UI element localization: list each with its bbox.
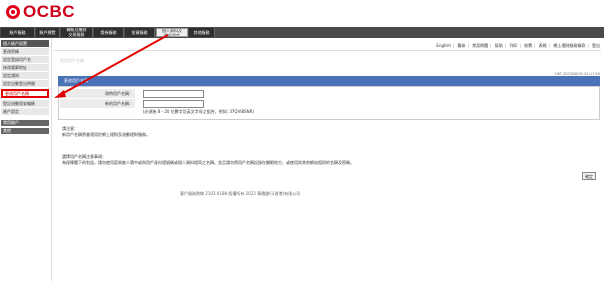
link-english[interactable]: English [436, 43, 450, 48]
new-username-input[interactable] [143, 100, 204, 108]
username-hint: (必須為 8 - 20 位數字及英文字母之組合，例如: 37QVI8SNR) [143, 109, 254, 114]
tab-other-services[interactable]: 其他服務 [189, 28, 215, 37]
sidebar-item-personal-settings[interactable]: 個人賬戶設置 [1, 40, 49, 47]
sidebar-item-change-username[interactable]: 更改用戶名稱 [1, 89, 49, 98]
link-logout[interactable]: 登出 [592, 43, 600, 48]
form-header: 更改用戶名稱 [58, 76, 600, 86]
confirm-button[interactable]: 確定 [582, 172, 596, 180]
separator: | [490, 43, 492, 48]
ocbc-logo: OCBC [6, 3, 75, 21]
page-title: 更改用戶名稱 [60, 58, 84, 63]
header-divider [53, 50, 601, 51]
sidebar-item-frequent-accounts[interactable]: 常用賬戶 [1, 120, 49, 126]
sidebar-item-other[interactable]: 其他 [1, 128, 49, 134]
ocbc-logo-icon [6, 5, 20, 19]
old-username-input[interactable] [143, 90, 204, 98]
sidebar-item-notifications[interactable]: 設定通知 [1, 72, 49, 79]
utility-links: English | 簡体 | 常見問題 | 幫助 | 列印 | 收費 | 表格 | 網上理財服… [436, 43, 600, 49]
link-fees[interactable]: 收費 [524, 43, 532, 48]
link-simplified[interactable]: 簡体 [458, 43, 466, 48]
sidebar-item-change-password[interactable]: 更改密碼 [1, 48, 49, 55]
tip-text: 為保障閣下的利益，請勿使用容易被人猜中或與用戶身份證號碼或個人資料相同之名稱。並… [62, 160, 354, 165]
sidebar-item-login-name[interactable]: 設定登錄用戶名 [1, 56, 49, 63]
separator: | [504, 43, 507, 48]
sidebar: 個人賬戶設置 更改密碼 設定登錄用戶名 修改電郵地址 設定通知 設定自動登出時間… [0, 38, 52, 281]
tab-personal-settings[interactable]: 個人資料及 賬戶設定 [156, 28, 188, 37]
note-text: 新用戶名稱將會適用於網上理財及流動理財服務。 [62, 132, 150, 137]
link-faq[interactable]: 常見問題 [472, 43, 488, 48]
top-navigation: 賬戶服務 賬戶總覽 轉賬及繳款 交易服務 證券服務 投資服務 個人資料及 賬戶設… [0, 27, 604, 38]
footer: 客戶服務熱線 2103-0188 版權所有 2023 華僑銀行(香港)有限公司 [180, 191, 301, 196]
separator: | [467, 43, 469, 48]
link-forms[interactable]: 表格 [539, 43, 547, 48]
tab-account-overview[interactable]: 賬戶總覽 [36, 28, 60, 37]
separator: | [452, 43, 455, 48]
separator: | [534, 43, 536, 48]
link-help[interactable]: 幫助 [495, 43, 503, 48]
sidebar-item-mobile-token[interactable]: 登記流動保安編碼 [1, 100, 49, 107]
separator: | [548, 43, 551, 48]
separator: | [519, 43, 521, 48]
link-print[interactable]: 列印 [509, 43, 517, 48]
tab-account-services[interactable]: 賬戶服務 [1, 28, 35, 37]
separator: | [587, 43, 589, 48]
sidebar-item-account-settings[interactable]: 賬戶設定 [1, 108, 49, 115]
link-terms[interactable]: 網上理財服務條款 [553, 43, 585, 48]
username-form: 現時用戶名稱： 新的用戶名稱： (必須為 8 - 20 位數字及英文字母之組合，… [58, 86, 600, 120]
tab-securities[interactable]: 證券服務 [94, 28, 124, 37]
old-username-label: 現時用戶名稱： [60, 89, 135, 98]
tab-investment[interactable]: 投資服務 [125, 28, 155, 37]
tab-transfers[interactable]: 轉賬及繳款 交易服務 [61, 28, 93, 37]
new-username-label: 新的用戶名稱： [60, 99, 135, 108]
brand-name: OCBC [23, 2, 76, 21]
sidebar-item-email[interactable]: 修改電郵地址 [1, 64, 49, 71]
sidebar-item-auto-logout[interactable]: 設定自動登出時間 [1, 80, 49, 87]
